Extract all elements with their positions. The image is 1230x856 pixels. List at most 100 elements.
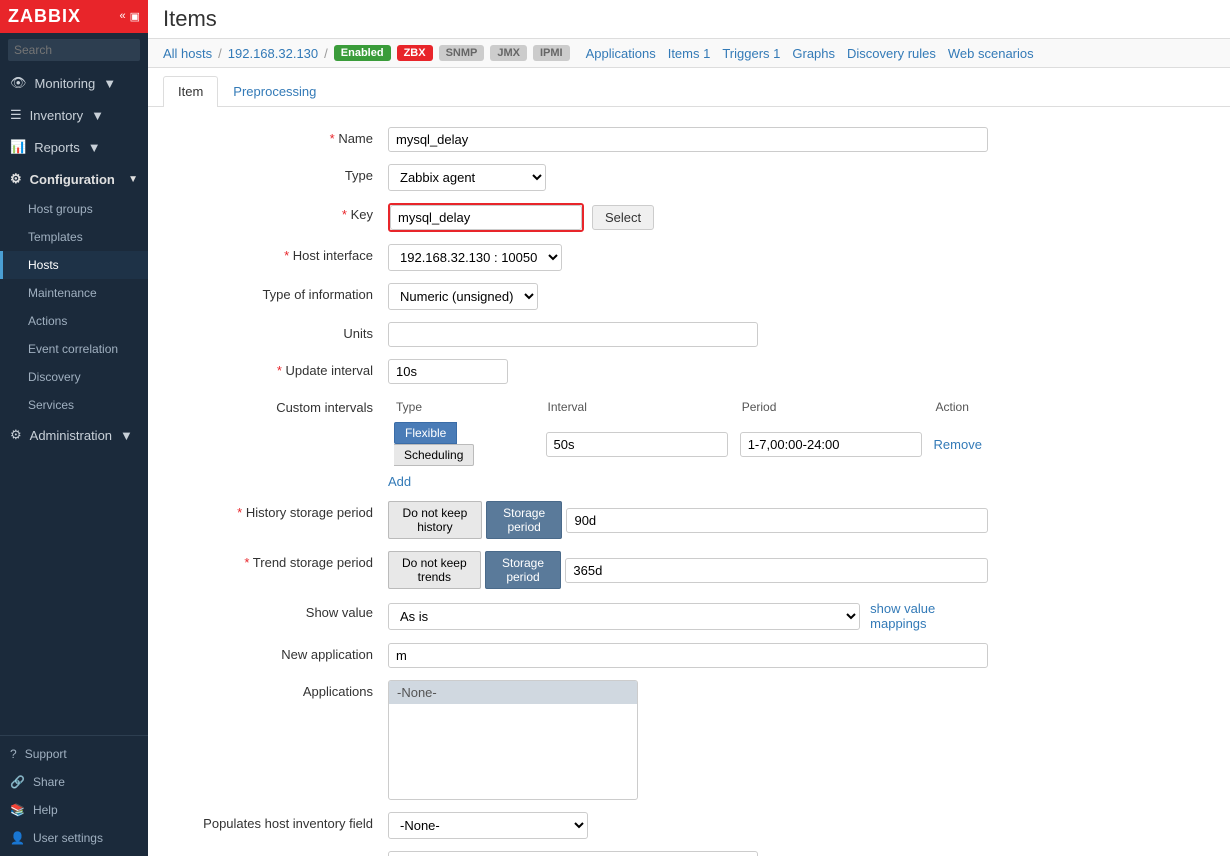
- units-control: [388, 322, 988, 347]
- nav-tab-applications[interactable]: Applications: [586, 46, 656, 61]
- breadcrumb-all-hosts[interactable]: All hosts: [163, 46, 212, 61]
- trend-label: Trend storage period: [188, 551, 388, 570]
- sidebar-item-configuration[interactable]: ⚙ Configuration ▼: [0, 163, 148, 195]
- name-input[interactable]: [388, 127, 988, 152]
- name-label: Name: [188, 127, 388, 146]
- history-value-input[interactable]: [566, 508, 988, 533]
- applications-list[interactable]: -None-: [388, 680, 638, 800]
- new-application-label: New application: [188, 643, 388, 662]
- sidebar-header: ZABBIX « ▣: [0, 0, 148, 33]
- expand-icon[interactable]: ▣: [130, 10, 140, 23]
- interval-input[interactable]: [546, 432, 728, 457]
- sidebar-item-actions[interactable]: Actions: [0, 307, 148, 335]
- gear-icon: ⚙: [10, 171, 22, 187]
- event-correlation-label: Event correlation: [28, 342, 118, 356]
- units-input[interactable]: [388, 322, 758, 347]
- type-info-select[interactable]: Numeric (unsigned) Numeric (float) Chara…: [388, 283, 538, 310]
- form-row-host-interface: Host interface 192.168.32.130 : 10050: [188, 244, 1210, 271]
- sidebar-section-inventory: ☰ Inventory ▼: [0, 99, 148, 131]
- col-period-header: Period: [734, 396, 928, 418]
- host-interface-control: 192.168.32.130 : 10050: [388, 244, 988, 271]
- sidebar-item-reports[interactable]: 📊 Reports ▼: [0, 131, 148, 163]
- type-select[interactable]: Zabbix agent Zabbix agent (active) Simpl…: [388, 164, 546, 191]
- arrow-icon: ▼: [88, 140, 101, 155]
- sidebar-item-monitoring[interactable]: 👁 Monitoring ▼: [0, 67, 148, 99]
- form-row-populates: Populates host inventory field -None-: [188, 812, 1210, 839]
- nav-tab-web-scenarios[interactable]: Web scenarios: [948, 46, 1034, 61]
- badge-jmx[interactable]: JMX: [490, 45, 527, 61]
- sidebar-item-host-groups[interactable]: Host groups: [0, 195, 148, 223]
- badge-zbx[interactable]: ZBX: [397, 45, 433, 61]
- new-application-control: [388, 643, 988, 668]
- btn-flexible[interactable]: Flexible: [394, 422, 457, 444]
- description-label: Description: [188, 851, 388, 856]
- search-input[interactable]: [8, 39, 140, 61]
- key-input[interactable]: [390, 205, 582, 230]
- type-info-control: Numeric (unsigned) Numeric (float) Chara…: [388, 283, 988, 310]
- update-interval-control: [388, 359, 988, 384]
- question-icon: ?: [10, 747, 17, 761]
- sidebar-item-services[interactable]: Services: [0, 391, 148, 419]
- new-application-input[interactable]: [388, 643, 988, 668]
- history-no-keep-btn[interactable]: Do not keep history: [388, 501, 482, 539]
- history-control: Do not keep history Storage period: [388, 501, 988, 539]
- history-storage-period-btn[interactable]: Storage period: [486, 501, 563, 539]
- nav-tab-graphs[interactable]: Graphs: [792, 46, 835, 61]
- btn-scheduling[interactable]: Scheduling: [394, 444, 474, 466]
- tab-preprocessing[interactable]: Preprocessing: [218, 76, 331, 106]
- period-value-cell: [734, 418, 928, 470]
- sidebar-section-monitoring: 👁 Monitoring ▼: [0, 67, 148, 99]
- tab-item[interactable]: Item: [163, 76, 218, 107]
- trend-storage-period-btn[interactable]: Storage period: [485, 551, 562, 589]
- populates-select[interactable]: -None-: [388, 812, 588, 839]
- nav-tab-items[interactable]: Items 1: [668, 46, 711, 61]
- badge-ipmi[interactable]: IPMI: [533, 45, 570, 61]
- sidebar-item-user-settings[interactable]: 👤 User settings: [0, 824, 148, 852]
- breadcrumb-host-ip[interactable]: 192.168.32.130: [228, 46, 318, 61]
- key-input-wrapper: [388, 203, 584, 232]
- action-cell: Remove: [928, 418, 988, 470]
- applications-control: -None-: [388, 680, 988, 800]
- host-nav-tabs: Applications Items 1 Triggers 1 Graphs D…: [586, 46, 1034, 61]
- show-value-select[interactable]: As is: [388, 603, 860, 630]
- nav-tab-discovery-rules[interactable]: Discovery rules: [847, 46, 936, 61]
- form-row-new-application: New application: [188, 643, 1210, 668]
- breadcrumb-sep-1: /: [218, 46, 222, 61]
- list-icon: ☰: [10, 107, 22, 123]
- list-item[interactable]: -None-: [389, 681, 637, 704]
- sidebar: ZABBIX « ▣ 👁 Monitoring ▼ ☰ Inventory ▼ …: [0, 0, 148, 856]
- topbar: Items: [148, 0, 1230, 39]
- sidebar-item-hosts[interactable]: Hosts: [0, 251, 148, 279]
- trend-value-input[interactable]: [565, 558, 988, 583]
- sidebar-item-templates[interactable]: Templates: [0, 223, 148, 251]
- update-interval-label: Update interval: [188, 359, 388, 378]
- sidebar-item-share[interactable]: 🔗 Share: [0, 768, 148, 796]
- key-label: Key: [188, 203, 388, 222]
- remove-link[interactable]: Remove: [934, 437, 982, 452]
- interval-type-cell: FlexibleScheduling: [388, 418, 540, 470]
- form-row-description: Description: [188, 851, 1210, 856]
- trend-no-keep-btn[interactable]: Do not keep trends: [388, 551, 481, 589]
- collapse-icon[interactable]: «: [119, 10, 125, 23]
- select-button[interactable]: Select: [592, 205, 654, 230]
- sidebar-item-inventory[interactable]: ☰ Inventory ▼: [0, 99, 148, 131]
- badge-snmp[interactable]: SNMP: [439, 45, 485, 61]
- breadcrumb-sep-2: /: [324, 46, 328, 61]
- nav-tab-triggers[interactable]: Triggers 1: [722, 46, 780, 61]
- sidebar-item-event-correlation[interactable]: Event correlation: [0, 335, 148, 363]
- show-value-mappings-link[interactable]: show value mappings: [870, 601, 988, 631]
- sidebar-item-discovery[interactable]: Discovery: [0, 363, 148, 391]
- sidebar-item-help[interactable]: 📚 Help: [0, 796, 148, 824]
- sidebar-item-administration[interactable]: ⚙ Administration ▼: [0, 419, 148, 451]
- period-input[interactable]: [740, 432, 922, 457]
- description-textarea[interactable]: [388, 851, 758, 856]
- add-interval-link[interactable]: Add: [388, 474, 411, 489]
- sidebar-item-support[interactable]: ? Support: [0, 740, 148, 768]
- templates-label: Templates: [28, 230, 83, 244]
- status-badge-enabled: Enabled: [334, 45, 391, 61]
- sidebar-item-maintenance[interactable]: Maintenance: [0, 279, 148, 307]
- form-row-units: Units: [188, 322, 1210, 347]
- host-interface-select[interactable]: 192.168.32.130 : 10050: [388, 244, 562, 271]
- zabbix-logo[interactable]: ZABBIX: [8, 6, 81, 27]
- update-interval-input[interactable]: [388, 359, 508, 384]
